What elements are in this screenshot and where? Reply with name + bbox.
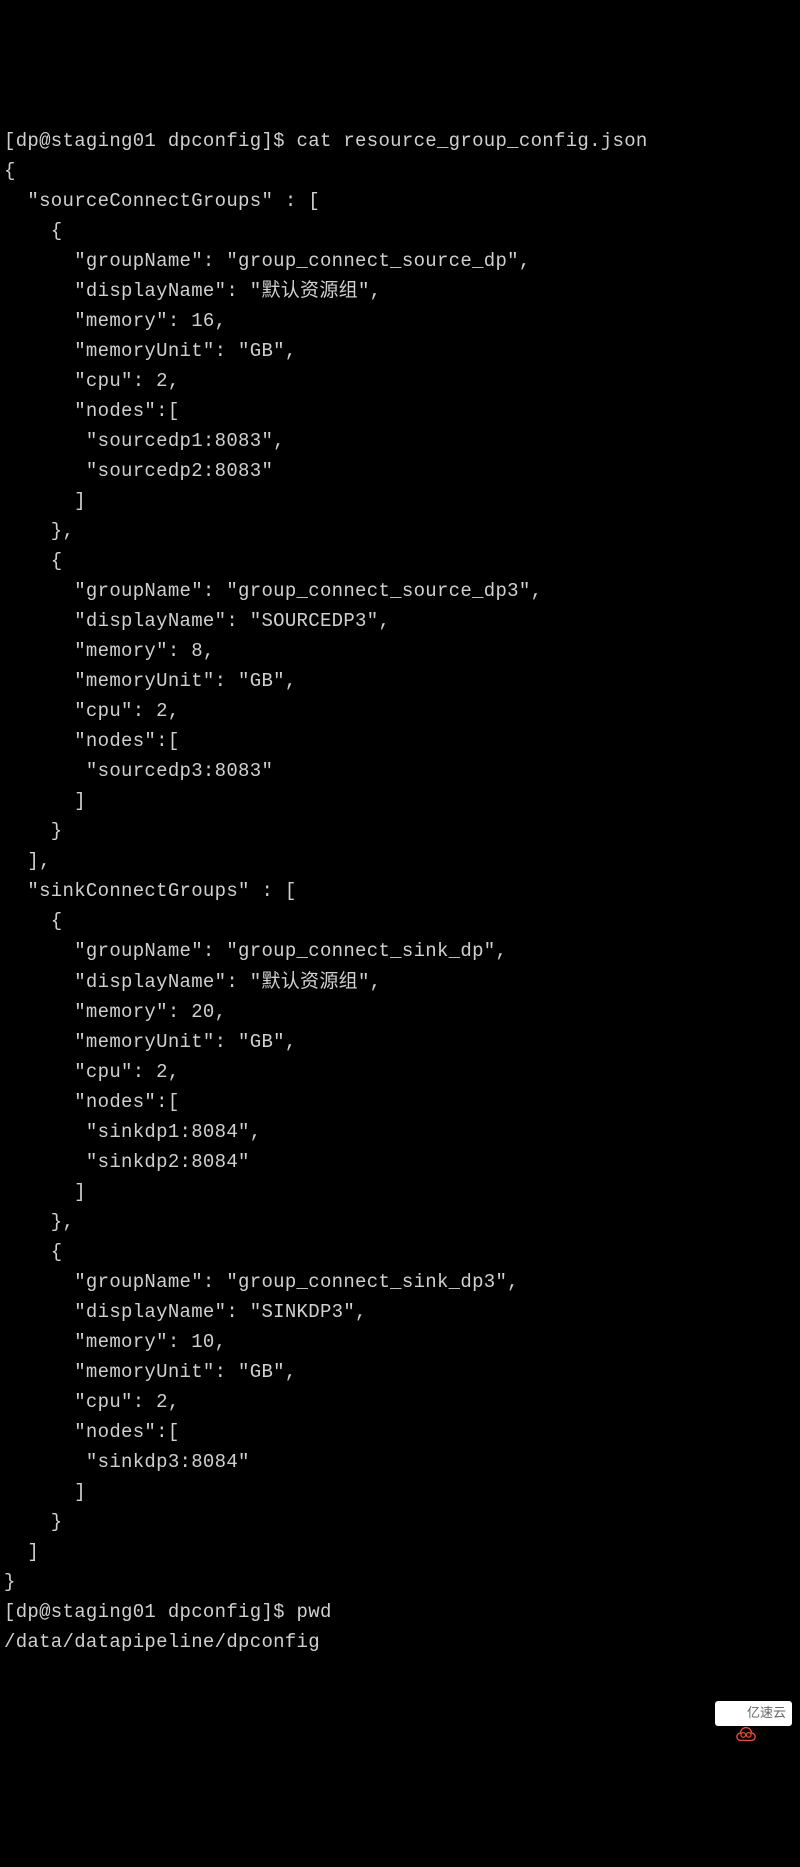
- command-cat: cat resource_group_config.json: [297, 130, 648, 152]
- watermark-badge: 亿速云: [715, 1701, 792, 1726]
- shell-prompt-2: [dp@staging01 dpconfig]$: [4, 1601, 297, 1623]
- shell-prompt-1: [dp@staging01 dpconfig]$: [4, 130, 297, 152]
- watermark-text: 亿速云: [747, 1703, 786, 1724]
- json-file-output: { "sourceConnectGroups" : [ { "groupName…: [4, 160, 542, 1593]
- pwd-output: /data/datapipeline/dpconfig: [4, 1631, 320, 1653]
- terminal-output[interactable]: [dp@staging01 dpconfig]$ cat resource_gr…: [4, 126, 796, 1657]
- cloud-logo-icon: [721, 1705, 743, 1723]
- command-pwd: pwd: [297, 1601, 332, 1623]
